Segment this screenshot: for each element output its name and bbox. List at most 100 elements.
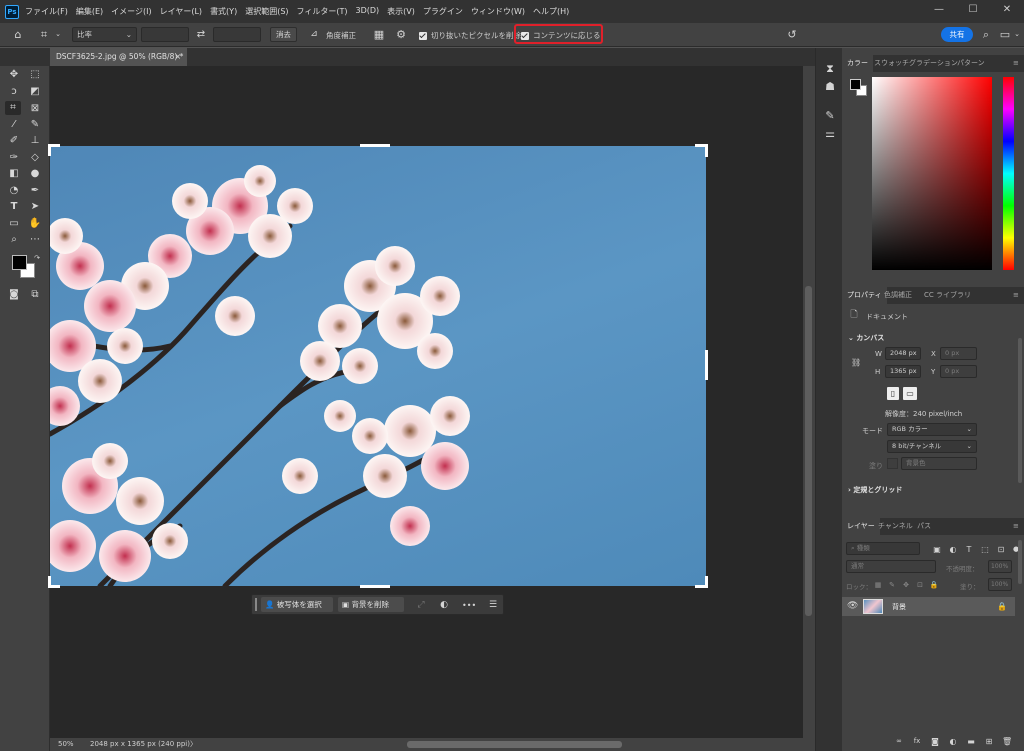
layer-style-icon[interactable]: fx (912, 736, 922, 747)
lock-transparency-icon[interactable]: ▦ (873, 580, 883, 591)
fill-opacity-input[interactable]: 100% (988, 578, 1012, 591)
transform-icon[interactable]: ⤢ (415, 600, 427, 611)
overlay-grid-icon[interactable]: ▦ (372, 29, 386, 40)
group-folder-icon[interactable]: ▬ (966, 736, 976, 747)
eye-visibility-icon[interactable]: 👁 (847, 601, 858, 612)
vertical-scrollbar[interactable] (803, 66, 815, 738)
link-icon[interactable]: ⛓ (851, 357, 861, 368)
more-options-icon[interactable]: ••• (462, 600, 476, 611)
lasso-tool-icon[interactable]: ↄ (7, 85, 21, 98)
rulers-grids-section-header[interactable]: › 定規とグリッド (848, 485, 902, 495)
crop-tool-icon[interactable]: ⌗ (5, 101, 21, 115)
lock-all-icon[interactable]: 🔒 (929, 580, 939, 591)
menu-select[interactable]: 選択範囲(S) (245, 6, 288, 17)
canvas-image[interactable] (50, 146, 706, 586)
document-tab[interactable]: DSCF3625-2.jpg @ 50% (RGB/8) * × (50, 48, 187, 66)
dodge-tool-icon[interactable]: ◔ (7, 184, 21, 197)
canvas-height-input[interactable]: 1365 px (885, 365, 921, 378)
hand-tool-icon[interactable]: ✋ (28, 217, 42, 230)
shape-tool-icon[interactable]: ▭ (7, 217, 21, 230)
menu-layer[interactable]: レイヤー(L) (160, 6, 202, 17)
stamp-tool-icon[interactable]: ⊥ (28, 134, 42, 147)
type-tool-icon[interactable]: T (7, 200, 21, 213)
crop-handle-right[interactable] (705, 350, 708, 380)
new-layer-icon[interactable]: ⊞ (984, 736, 994, 747)
menu-window[interactable]: ウィンドウ(W) (471, 6, 525, 17)
properties-scrollbar[interactable] (1018, 338, 1022, 483)
foreground-color-swatch[interactable] (850, 79, 861, 90)
share-button[interactable]: 共有 (941, 27, 973, 42)
tab-cc-libraries[interactable]: CC ライブラリ (919, 287, 976, 304)
panel-menu-icon[interactable]: ≡ (1008, 518, 1024, 535)
quick-mask-icon[interactable]: ◙ (7, 288, 21, 301)
panel-menu-icon[interactable]: ≡ (1008, 287, 1024, 304)
marquee-tool-icon[interactable]: ⬚ (28, 68, 42, 81)
add-mask-icon[interactable]: ◙ (930, 736, 940, 747)
adjustments-panel-icon[interactable]: ⚌ (823, 128, 837, 139)
adjustment-layer-icon[interactable]: ◐ (948, 736, 958, 747)
layers-scrollbar[interactable] (1018, 540, 1022, 584)
tab-patterns[interactable]: パターン (952, 55, 990, 72)
history-brush-tool-icon[interactable]: ✑ (7, 151, 21, 164)
menu-edit[interactable]: 編集(E) (76, 6, 103, 17)
crop-handle-bottom[interactable] (360, 585, 390, 588)
crop-handle-tl-v[interactable] (48, 144, 51, 156)
minimize-button[interactable]: — (922, 0, 956, 23)
tab-adjustments[interactable]: 色調補正 (879, 287, 917, 304)
lock-position-icon[interactable]: ✥ (901, 580, 911, 591)
scroll-thumb[interactable] (805, 286, 812, 616)
swap-icon[interactable]: ⇄ (195, 29, 207, 40)
crop-handle-top[interactable] (360, 144, 390, 147)
mode-select[interactable]: RGB カラー ⌄ (887, 423, 977, 436)
lock-artboard-icon[interactable]: ⊡ (915, 580, 925, 591)
remove-background-button[interactable]: ▣ 背景を削除 (338, 597, 404, 612)
horizontal-scroll-thumb[interactable] (407, 741, 622, 748)
menu-filter[interactable]: フィルター(T) (297, 6, 348, 17)
drag-handle[interactable] (255, 598, 257, 611)
brush-tool-icon[interactable]: ✐ (7, 134, 21, 147)
trash-icon[interactable]: 🗑 (1002, 736, 1012, 747)
fill-select[interactable]: 背景色 (901, 457, 977, 470)
healing-brush-tool-icon[interactable]: ✎ (28, 118, 42, 131)
screen-mode-icon[interactable]: ⧉ (28, 288, 42, 301)
object-select-tool-icon[interactable]: ◩ (28, 85, 42, 98)
chevron-down-icon[interactable]: ⌄ (54, 29, 62, 40)
pen-tool-icon[interactable]: ✒ (28, 184, 42, 197)
path-select-tool-icon[interactable]: ➤ (28, 200, 42, 213)
move-tool-icon[interactable]: ✥ (7, 68, 21, 81)
canvas-y-input[interactable]: 0 px (940, 365, 977, 378)
crop-handle-tr-v[interactable] (705, 144, 708, 157)
clear-button[interactable]: 消去 (270, 27, 297, 42)
foreground-color-swatch-top[interactable] (12, 255, 27, 270)
history-panel-icon[interactable]: ⧗ (823, 63, 837, 74)
portrait-orientation-icon[interactable]: ▯ (887, 387, 899, 400)
swap-colors-icon[interactable]: ↷ (30, 252, 44, 265)
opacity-input[interactable]: 100% (988, 560, 1012, 573)
settings-sliders-icon[interactable]: ☰ (487, 600, 499, 611)
eraser-tool-icon[interactable]: ◇ (28, 151, 42, 164)
blend-mode-select[interactable]: 通常 (846, 560, 936, 573)
color-field[interactable] (872, 77, 992, 270)
filter-shape-icon[interactable]: ⬚ (980, 544, 990, 555)
filter-adjustment-icon[interactable]: ◐ (948, 544, 958, 555)
hue-slider[interactable] (1003, 77, 1014, 270)
filter-type-icon[interactable]: T (964, 544, 974, 555)
straighten-icon[interactable]: ⊿ (307, 29, 321, 40)
gear-icon[interactable]: ⚙ (394, 29, 408, 40)
canvas-width-input[interactable]: 2048 px (885, 347, 921, 360)
fill-swatch[interactable] (887, 458, 898, 469)
more-tools-icon[interactable]: ⋯ (28, 233, 42, 246)
layer-row-background[interactable]: 👁 背景 🔒 (842, 597, 1015, 616)
chevron-down-icon[interactable]: ⌄ (1012, 29, 1022, 40)
adjustment-icon[interactable]: ◐ (438, 600, 450, 611)
content-aware-checkbox[interactable]: コンテンツに応じる (521, 30, 601, 41)
zoom-tool-icon[interactable]: ⌕ (7, 233, 21, 246)
eyedropper-tool-icon[interactable]: ⁄ (7, 118, 21, 131)
close-tab-icon[interactable]: × (175, 48, 181, 66)
status-arrow-icon[interactable]: 〉 (190, 738, 197, 751)
workspace-icon[interactable]: ▭ (999, 29, 1011, 40)
menu-3d[interactable]: 3D(D) (356, 6, 380, 17)
menu-type[interactable]: 書式(Y) (210, 6, 237, 17)
layer-filter-select[interactable]: ⌕ 種類 (846, 542, 920, 555)
bit-depth-select[interactable]: 8 bit/チャンネル ⌄ (887, 440, 977, 453)
